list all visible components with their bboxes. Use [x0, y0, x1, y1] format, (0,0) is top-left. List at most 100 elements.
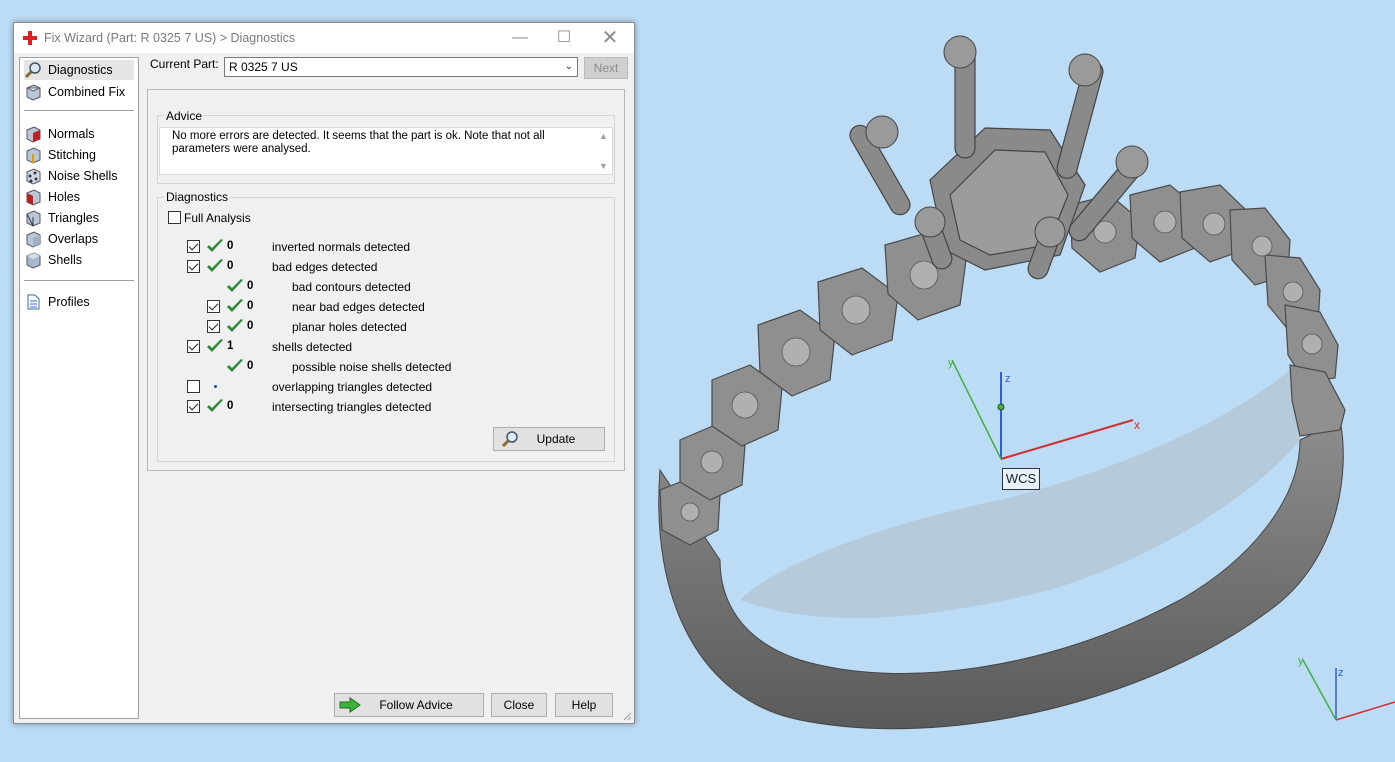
corner-y-label: y: [1298, 655, 1304, 667]
triangles-cube-icon: [26, 210, 41, 227]
follow-advice-button[interactable]: Follow Advice: [334, 693, 484, 717]
sidebar-item-stitching[interactable]: Stitching: [24, 145, 134, 165]
sidebar-item-label: Noise Shells: [48, 169, 118, 183]
fix-wizard-window: Fix Wizard (Part: R 0325 7 US) > Diagnos…: [13, 22, 635, 724]
overlaps-cube-icon: [26, 231, 41, 248]
sidebar-item-label: Stitching: [48, 148, 96, 162]
noise-shells-icon: [26, 168, 41, 185]
sidebar-item-label: Triangles: [48, 211, 99, 225]
full-analysis-checkbox[interactable]: [168, 211, 181, 224]
document-icon: [27, 294, 40, 310]
current-part-value: R 0325 7 US: [229, 60, 298, 74]
diagnostic-count: 0: [227, 400, 234, 412]
diagnostic-checkbox[interactable]: [187, 240, 200, 253]
diagnostic-count: 0: [247, 360, 254, 372]
current-part-label: Current Part:: [150, 57, 219, 71]
resize-grip-icon[interactable]: [622, 711, 632, 721]
maximize-button[interactable]: ☐: [542, 23, 586, 53]
sidebar-item-label: Overlaps: [48, 232, 99, 246]
wcs-x-label: x: [1134, 418, 1140, 432]
diagnostic-count: 0: [227, 240, 234, 252]
close-window-button[interactable]: ✕: [588, 23, 632, 53]
green-check-icon: [227, 359, 243, 372]
minimize-button[interactable]: —: [498, 23, 542, 53]
diagnostic-label: planar holes detected: [292, 320, 407, 334]
diagnostic-label: shells detected: [272, 340, 353, 354]
green-arrow-icon: [339, 697, 361, 713]
green-check-icon: [207, 339, 223, 352]
sidebar-item-diagnostics[interactable]: Diagnostics: [24, 60, 134, 80]
sidebar-item-noise-shells[interactable]: Noise Shells: [24, 166, 134, 186]
sidebar-item-holes[interactable]: Holes: [24, 187, 134, 207]
wcs-y-label: y: [948, 357, 954, 369]
diagnostic-count: 0: [247, 320, 254, 332]
sidebar-item-overlaps[interactable]: Overlaps: [24, 229, 134, 249]
sidebar-item-label: Profiles: [48, 295, 90, 309]
chevron-down-icon: ⌄: [564, 61, 573, 72]
advice-text: No more errors are detected. It seems th…: [172, 130, 545, 155]
diagnostic-checkbox[interactable]: [187, 260, 200, 273]
title-bar[interactable]: Fix Wizard (Part: R 0325 7 US) > Diagnos…: [14, 23, 634, 53]
sidebar-divider: [24, 110, 134, 111]
update-button[interactable]: Update: [493, 427, 605, 451]
sidebar-item-shells[interactable]: Shells: [24, 250, 134, 270]
green-check-icon: [207, 399, 223, 412]
green-check-icon: [227, 279, 243, 292]
update-label: Update: [536, 432, 576, 446]
sidebar-item-profiles[interactable]: Profiles: [24, 292, 134, 312]
diagnostic-label: inverted normals detected: [272, 240, 411, 254]
normals-cube-icon: [26, 126, 41, 143]
diagnostic-label: intersecting triangles detected: [272, 400, 432, 414]
sidebar-item-label: Holes: [48, 190, 80, 204]
advice-textbox[interactable]: No more errors are detected. It seems th…: [159, 127, 613, 175]
green-check-icon: [227, 319, 243, 332]
follow-advice-label: Follow Advice: [379, 698, 453, 712]
sidebar-item-normals[interactable]: Normals: [24, 124, 134, 144]
diagnostic-count: 0: [247, 300, 254, 312]
scroll-down-icon[interactable]: ▼: [599, 160, 608, 173]
green-check-icon: [227, 299, 243, 312]
wcs-label: WCS: [1002, 468, 1040, 490]
sidebar-item-combined-fix[interactable]: Combined Fix: [24, 82, 134, 102]
sidebar-item-label: Combined Fix: [48, 85, 126, 99]
holes-cube-icon: [26, 189, 41, 206]
wizard-sidebar: Diagnostics Combined Fix Normals Stitchi…: [19, 57, 139, 719]
sidebar-item-triangles[interactable]: Triangles: [24, 208, 134, 228]
diagnostics-caption: Diagnostics: [164, 190, 231, 204]
medical-cross-icon: [23, 31, 37, 45]
diagnostic-count: 0: [247, 280, 254, 292]
diagnostic-label: possible noise shells detected: [292, 360, 452, 374]
advice-caption: Advice: [164, 109, 205, 123]
sidebar-item-label: Diagnostics: [48, 63, 113, 77]
magnifier-icon: [501, 431, 518, 448]
diagnostic-checkbox[interactable]: [207, 300, 220, 313]
diagnostic-checkbox[interactable]: [187, 340, 200, 353]
wcs-z-label: z: [1005, 373, 1011, 385]
diagnostic-label: bad contours detected: [292, 280, 411, 294]
shells-cube-icon: [26, 252, 41, 269]
cube-icon: [26, 84, 41, 101]
next-button[interactable]: Next: [584, 57, 628, 79]
diagnostic-count: 1: [227, 340, 234, 352]
diagnostic-checkbox[interactable]: [187, 400, 200, 413]
diagnostic-checkbox[interactable]: [207, 320, 220, 333]
green-check-icon: [207, 239, 223, 252]
stitching-cube-icon: [26, 147, 41, 164]
sidebar-divider: [24, 280, 134, 281]
magnifier-icon: [24, 62, 41, 79]
scroll-up-icon[interactable]: ▲: [599, 130, 608, 143]
full-analysis-label: Full Analysis: [184, 211, 251, 225]
green-check-icon: [207, 259, 223, 272]
sidebar-item-label: Shells: [48, 253, 83, 267]
help-button[interactable]: Help: [555, 693, 613, 717]
status-dot-icon: [214, 385, 217, 388]
current-part-select[interactable]: R 0325 7 US ⌄: [224, 57, 578, 77]
close-button[interactable]: Close: [491, 693, 547, 717]
diagnostic-label: bad edges detected: [272, 260, 378, 274]
diagnostic-count: 0: [227, 260, 234, 272]
advice-scrollbar[interactable]: ▲ ▼: [596, 128, 612, 174]
diagnostic-checkbox[interactable]: [187, 380, 200, 393]
sidebar-item-label: Normals: [48, 127, 95, 141]
diagnostic-label: overlapping triangles detected: [272, 380, 433, 394]
diagnostic-label: near bad edges detected: [292, 300, 425, 314]
